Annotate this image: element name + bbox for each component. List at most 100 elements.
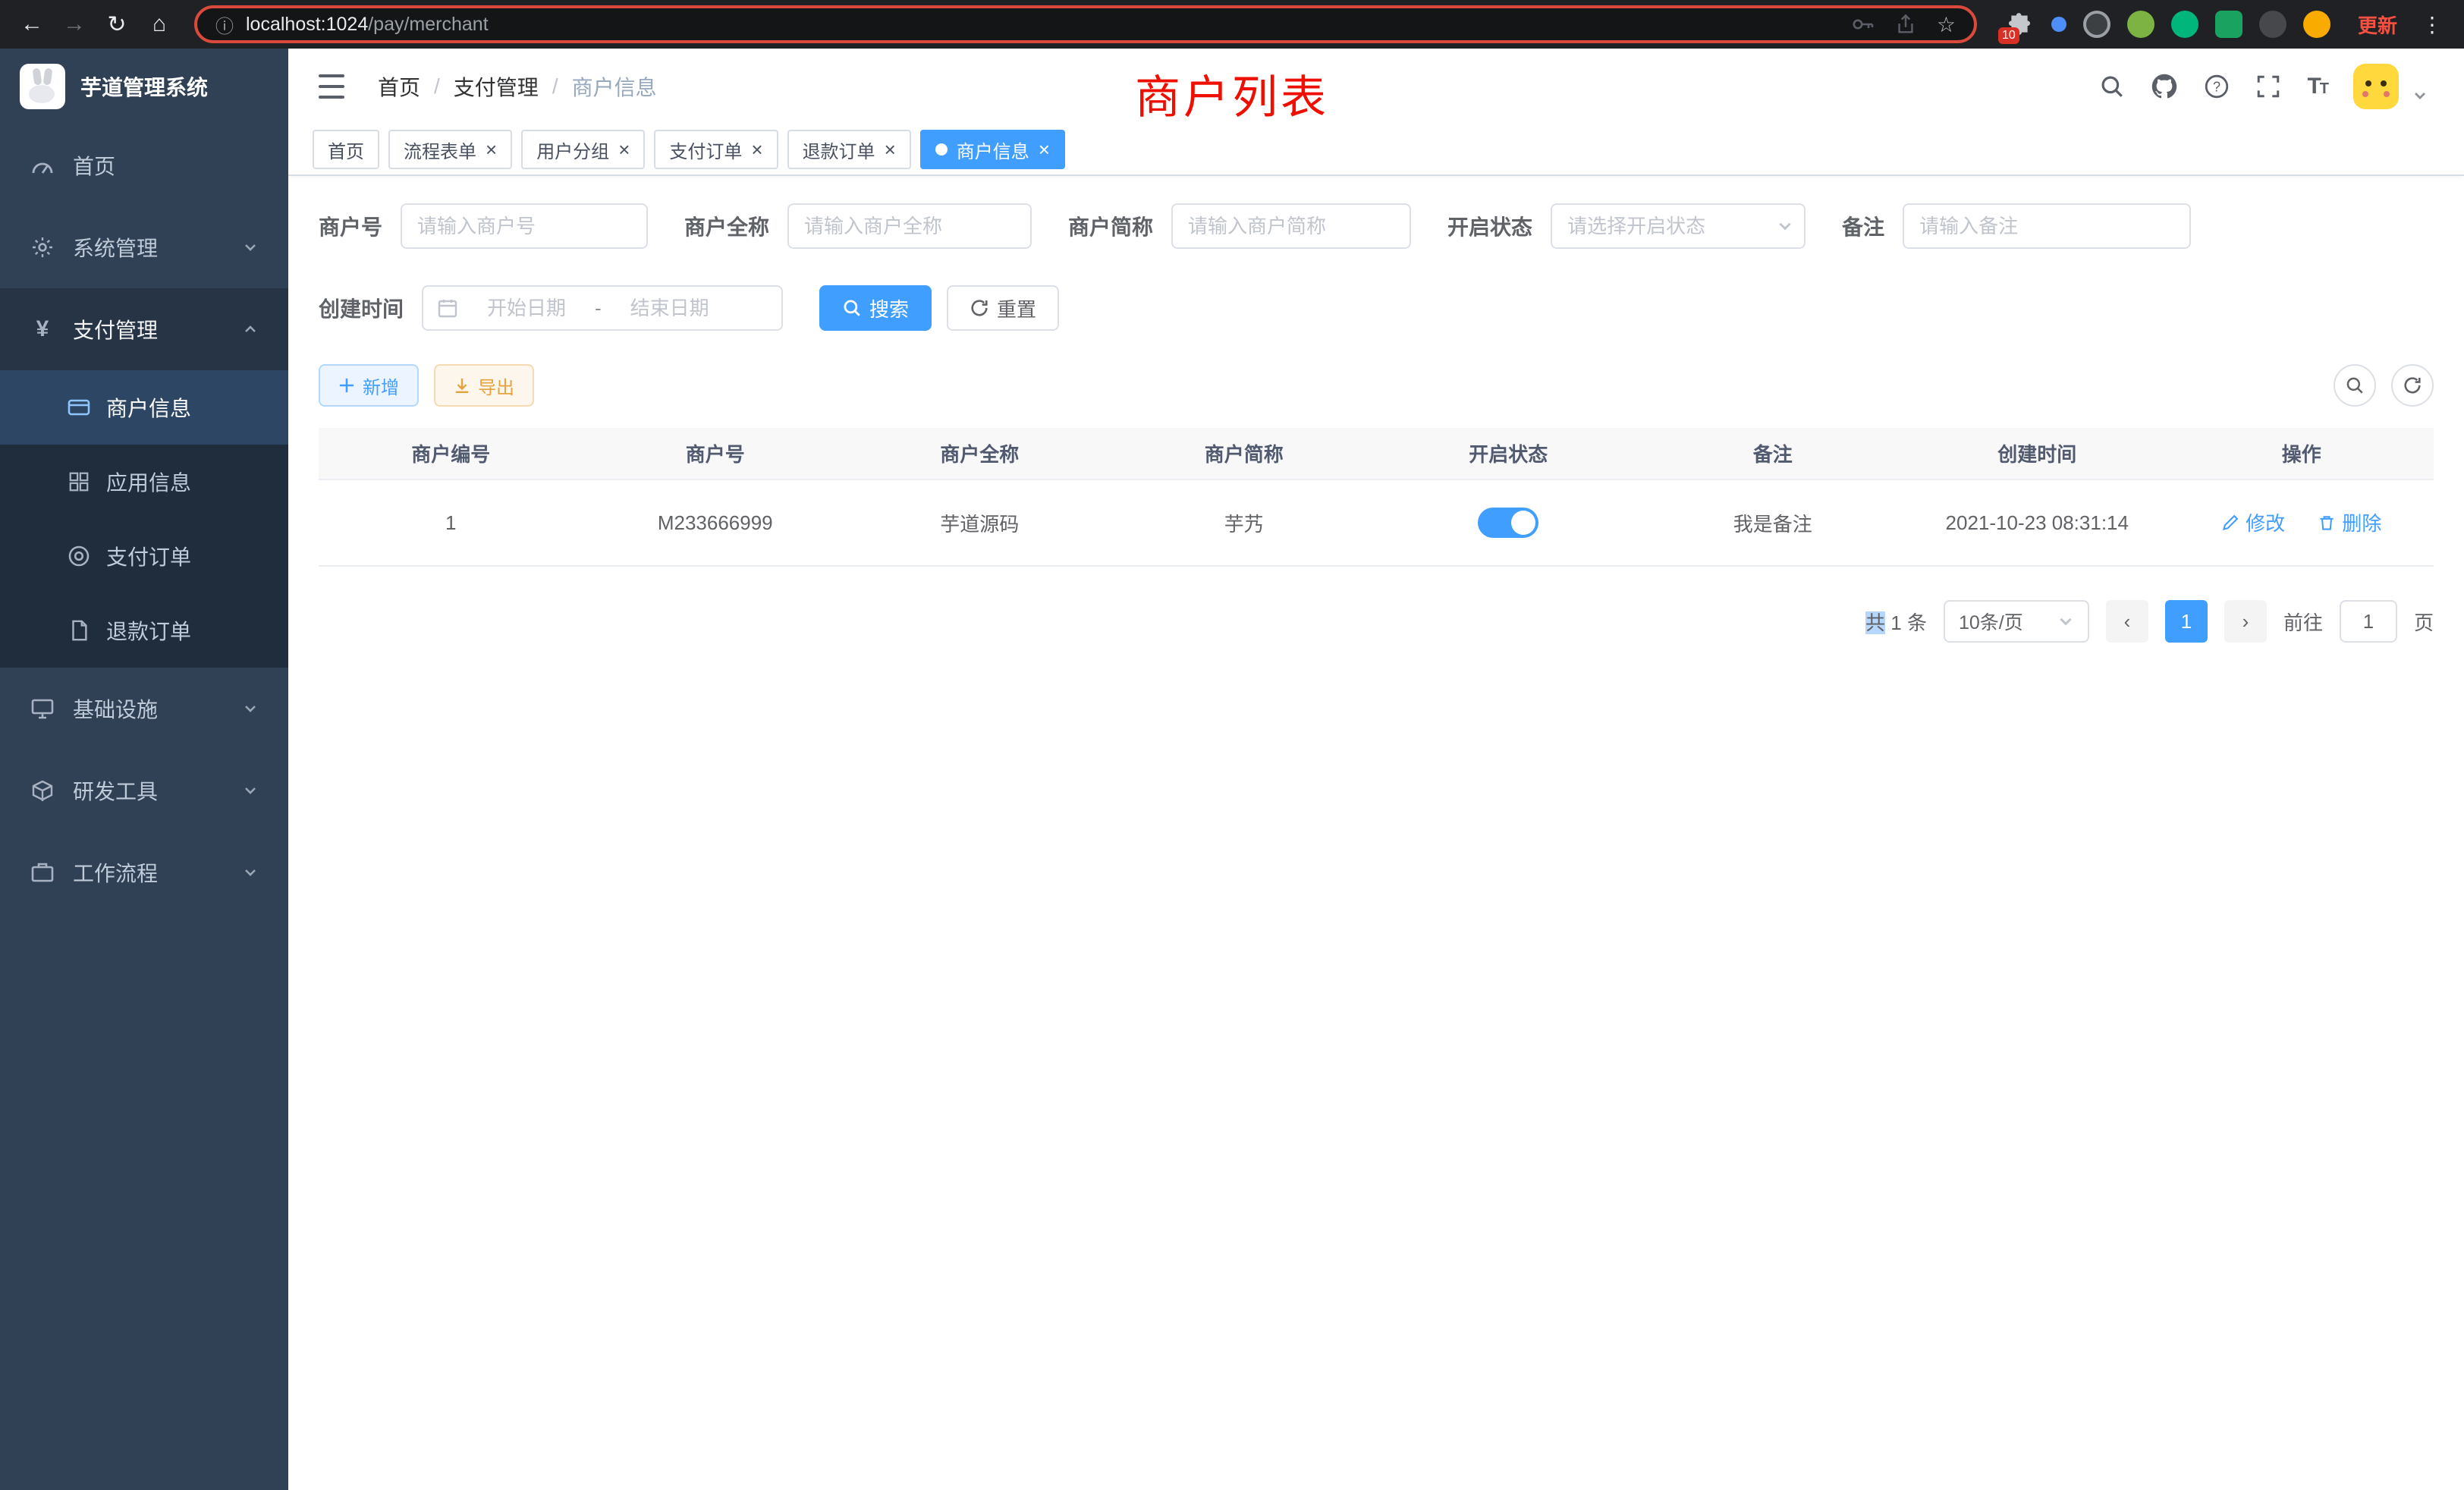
pagination: 共 1 条 10条/页 ‹ 1 › 前往 页 bbox=[319, 600, 2434, 643]
address-bar[interactable]: ⓘ localhost:1024/pay/merchant ☆ bbox=[194, 5, 1977, 43]
filter-label-create-time: 创建时间 bbox=[319, 293, 404, 323]
breadcrumb-payment[interactable]: 支付管理 bbox=[454, 71, 539, 102]
extension-icon-ring[interactable] bbox=[2083, 11, 2110, 38]
url-host: localhost:1024 bbox=[246, 14, 368, 35]
export-button[interactable]: 导出 bbox=[434, 364, 534, 407]
goto-page-input[interactable] bbox=[2340, 600, 2397, 643]
browser-update-button[interactable]: 更新 bbox=[2346, 11, 2409, 39]
status-select[interactable] bbox=[1551, 203, 1806, 249]
bookmark-star-icon[interactable]: ☆ bbox=[1937, 12, 1956, 37]
yen-icon: ¥ bbox=[30, 317, 55, 341]
avatar-caret-icon[interactable] bbox=[2412, 88, 2428, 103]
breadcrumb-home[interactable]: 首页 bbox=[378, 71, 420, 102]
trash-icon bbox=[2318, 514, 2336, 532]
font-size-icon[interactable]: TT bbox=[2307, 74, 2327, 99]
home-icon[interactable]: ⌂ bbox=[140, 5, 179, 44]
sidebar-item-app-info[interactable]: 应用信息 bbox=[0, 445, 288, 519]
extension-icon-green-avatar[interactable] bbox=[2127, 11, 2154, 38]
logo[interactable]: 芋道管理系统 bbox=[0, 49, 288, 124]
tag-bar: 首页 流程表单× 用户分组× 支付订单× 退款订单 × 商户信息 × bbox=[288, 124, 2464, 176]
col-merchant-no: 商户号 bbox=[583, 428, 848, 479]
svg-text:?: ? bbox=[2213, 79, 2220, 94]
gear-icon bbox=[30, 235, 55, 259]
search-icon[interactable] bbox=[2099, 74, 2125, 99]
navbar: 首页 / 支付管理 / 商户信息 ? TT bbox=[288, 49, 2464, 124]
browser-menu-icon[interactable]: ⋮ bbox=[2412, 5, 2452, 44]
url-text[interactable]: localhost:1024/pay/merchant bbox=[246, 14, 489, 36]
tab-label: 商户信息 bbox=[957, 137, 1029, 163]
plus-icon bbox=[338, 377, 355, 394]
table-toolbar: 新增 导出 bbox=[319, 364, 2434, 407]
reset-button[interactable]: 重置 bbox=[947, 285, 1059, 331]
tab-user-group[interactable]: 用户分组× bbox=[521, 130, 645, 169]
extension-icon-orange-face[interactable] bbox=[2303, 11, 2330, 38]
short-name-input[interactable] bbox=[1171, 203, 1411, 249]
search-button[interactable]: 搜索 bbox=[819, 285, 932, 331]
next-page-button[interactable]: › bbox=[2224, 600, 2267, 643]
sidebar-item-home[interactable]: 首页 bbox=[0, 124, 288, 206]
hamburger-icon[interactable] bbox=[313, 64, 350, 108]
close-icon[interactable]: × bbox=[618, 140, 630, 159]
tab-process-form[interactable]: 流程表单× bbox=[388, 130, 512, 169]
back-icon[interactable]: ← bbox=[12, 5, 52, 44]
status-toggle[interactable] bbox=[1478, 508, 1538, 538]
tab-home[interactable]: 首页 bbox=[313, 130, 379, 169]
chevron-down-icon bbox=[243, 865, 258, 880]
merchant-table: 商户编号 商户号 商户全称 商户简称 开启状态 备注 创建时间 操作 1 M23… bbox=[319, 428, 2434, 567]
close-icon[interactable]: × bbox=[751, 140, 762, 159]
sidebar-item-workflow[interactable]: 工作流程 bbox=[0, 831, 288, 913]
refresh-table-button[interactable] bbox=[2391, 364, 2434, 407]
forward-icon[interactable]: → bbox=[55, 5, 94, 44]
full-name-input[interactable] bbox=[787, 203, 1032, 249]
tab-label: 退款订单 bbox=[803, 137, 875, 163]
sidebar-item-pay-order[interactable]: 支付订单 bbox=[0, 519, 288, 593]
browser-toolbar: ← → ↻ ⌂ ⓘ localhost:1024/pay/merchant ☆ … bbox=[0, 0, 2464, 49]
remark-input[interactable] bbox=[1903, 203, 2191, 249]
close-icon[interactable]: × bbox=[885, 140, 896, 159]
github-icon[interactable] bbox=[2151, 73, 2178, 100]
content: 商户号 商户全称 商户简称 开启状态 bbox=[288, 176, 2464, 643]
close-icon[interactable]: × bbox=[1039, 140, 1050, 159]
password-key-icon[interactable] bbox=[1850, 12, 1875, 36]
extensions-puzzle-icon[interactable]: 10 bbox=[2004, 9, 2035, 39]
share-icon[interactable] bbox=[1894, 13, 1917, 36]
edit-link[interactable]: 修改 bbox=[2221, 508, 2285, 536]
help-icon[interactable]: ? bbox=[2204, 74, 2230, 99]
edit-pencil-icon bbox=[2221, 514, 2239, 532]
close-icon[interactable]: × bbox=[486, 140, 497, 159]
delete-link[interactable]: 删除 bbox=[2318, 508, 2381, 536]
merchant-no-input[interactable] bbox=[401, 203, 648, 249]
tab-refund-order[interactable]: 退款订单 × bbox=[787, 130, 911, 169]
fullscreen-icon[interactable] bbox=[2255, 74, 2281, 99]
sidebar: 芋道管理系统 首页 系统管理 ¥ 支付管理 bbox=[0, 49, 288, 1490]
reload-icon[interactable]: ↻ bbox=[97, 5, 137, 44]
sidebar-item-system[interactable]: 系统管理 bbox=[0, 206, 288, 288]
page-unit-label: 页 bbox=[2414, 608, 2434, 636]
extension-icon-dark[interactable] bbox=[2259, 11, 2286, 38]
sidebar-item-merchant-info[interactable]: 商户信息 bbox=[0, 370, 288, 445]
url-path: /pay/merchant bbox=[368, 14, 488, 35]
cell-full-name: 芋道源码 bbox=[847, 479, 1112, 566]
toggle-search-button[interactable] bbox=[2334, 364, 2376, 407]
prev-page-button[interactable]: ‹ bbox=[2106, 600, 2148, 643]
col-actions: 操作 bbox=[2170, 428, 2434, 479]
extension-icon-green-square[interactable] bbox=[2215, 11, 2242, 38]
col-short-name: 商户简称 bbox=[1112, 428, 1377, 479]
create-time-range-picker[interactable]: - bbox=[422, 285, 783, 331]
extension-icon-blue-dot[interactable] bbox=[2051, 17, 2066, 32]
sidebar-item-refund-order[interactable]: 退款订单 bbox=[0, 593, 288, 668]
add-button[interactable]: 新增 bbox=[319, 364, 419, 407]
page-1-button[interactable]: 1 bbox=[2165, 600, 2208, 643]
tab-merchant-info[interactable]: 商户信息 × bbox=[920, 130, 1065, 169]
start-date-input[interactable] bbox=[469, 297, 584, 320]
box-icon bbox=[30, 778, 55, 803]
site-info-icon[interactable]: ⓘ bbox=[215, 11, 234, 38]
extension-icon-teal[interactable] bbox=[2171, 11, 2198, 38]
avatar[interactable] bbox=[2353, 64, 2399, 109]
sidebar-item-devtools[interactable]: 研发工具 bbox=[0, 750, 288, 831]
sidebar-item-payment[interactable]: ¥ 支付管理 bbox=[0, 288, 288, 370]
sidebar-item-infrastructure[interactable]: 基础设施 bbox=[0, 668, 288, 750]
page-size-select[interactable]: 10条/页 bbox=[1944, 600, 2089, 643]
tab-pay-order[interactable]: 支付订单× bbox=[654, 130, 778, 169]
end-date-input[interactable] bbox=[612, 297, 728, 320]
